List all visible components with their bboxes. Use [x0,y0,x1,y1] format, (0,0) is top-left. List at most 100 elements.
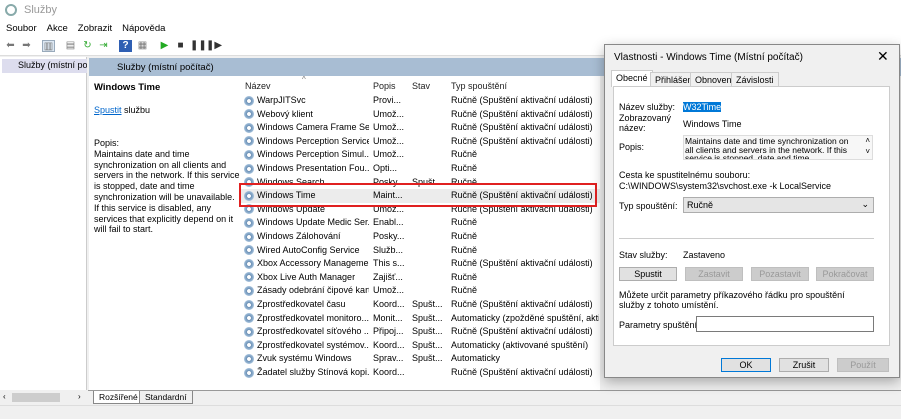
column-name[interactable]: Název [245,81,271,91]
export-icon[interactable]: ⇥ [97,40,110,52]
scroll-down-icon[interactable]: ˅ [865,147,870,156]
cancel-button[interactable]: Zrušit [779,358,829,372]
help-icon[interactable]: ? [119,40,132,52]
service-startup-type: Ručně (Spuštění aktivační události) [451,258,593,269]
table-row[interactable]: Zprostředkovatel monitoro... Monit... Sp… [240,312,600,326]
start-service-link[interactable]: Spustit [94,105,122,115]
refresh-icon[interactable]: ↻ [81,40,94,52]
table-row[interactable]: Zásady odebrání čipové karty Umož... Ruč… [240,284,600,298]
table-row[interactable]: Žadatel služby Stínová kopi... Koord... … [240,366,600,380]
table-row[interactable]: Windows Perception Simul... Umož... Ručn… [240,148,600,162]
service-gear-icon [244,163,254,174]
view-tabs: Rozšířené Standardní [88,390,901,405]
table-row[interactable]: Windows Update Medic Ser... Enabl... Ruč… [240,216,600,230]
menu-action[interactable]: Akce [47,20,68,34]
properties-icon[interactable]: ▤ [64,40,77,52]
resume-button[interactable]: Pokračovat [816,267,874,281]
service-name: Wired AutoConfig Service [257,244,360,255]
service-startup-type: Ručně (Spuštění aktivační události) [451,367,593,377]
service-startup-type: Ručně [451,244,478,255]
service-name: Zprostředkovatel monitoro... [257,312,369,323]
column-status[interactable]: Stav [412,81,430,91]
tab-standard[interactable]: Standardní [139,391,193,404]
service-startup-type: Ručně (Spuštění aktivační události) [451,299,593,309]
table-row[interactable]: Zprostředkovatel síťového ... Připoj... … [240,325,600,339]
table-row[interactable]: Xbox Accessory Manageme... This s... Ruč… [240,257,600,271]
service-description: Posky... [373,231,405,241]
service-name: Windows Update Medic Ser... [257,217,369,228]
service-description: Provi... [373,95,402,105]
table-row[interactable]: Zvuk systému Windows Sprav... Spušt... A… [240,352,600,366]
parameters-note: Můžete určit parametry příkazového řádku… [619,290,845,310]
action-pane-icon[interactable]: ▦ [136,40,149,52]
table-row[interactable]: Zprostředkovatel systémov... Koord... Sp… [240,339,600,353]
service-gear-icon [244,149,254,160]
table-row[interactable]: Webový klient Umož... Ručně (Spuštění ak… [240,108,600,122]
start-link-suffix: službu [121,105,151,115]
service-gear-icon [244,258,254,269]
table-row[interactable]: Wired AutoConfig Service Služb... Ručně [240,244,600,258]
service-gear-icon [244,95,254,106]
menu-bar: Soubor Akce Zobrazit Nápověda [0,20,901,37]
stop-icon[interactable]: ■ [174,40,187,52]
column-description[interactable]: Popis [373,81,396,91]
pane-header-title: Služby (místní počítač) [117,62,214,73]
service-description: Umož... [373,149,405,160]
service-startup-type: Ručně [451,163,478,173]
pause-button[interactable]: Pozastavit [751,267,809,281]
table-row[interactable]: Windows Perception Service Umož... Ručně… [240,135,600,149]
tab-extended[interactable]: Rozšířené [93,391,144,404]
table-row[interactable]: Windows Zálohování Posky... Ručně [240,230,600,244]
service-description: Umož... [373,135,405,146]
tree-item-services-local[interactable]: Služby (místní počítač) [2,59,87,73]
service-name-value[interactable]: W32Time [683,102,722,112]
description-field[interactable]: Maintains date and time synchronization … [683,135,873,160]
service-description: Umož... [373,108,405,119]
close-icon[interactable]: ✕ [877,48,889,65]
start-button[interactable]: Spustit [619,267,677,281]
service-name: Webový klient [257,108,313,119]
description-label: Popis: [94,138,120,148]
apply-button[interactable]: Použít [837,358,889,372]
table-row[interactable]: Xbox Live Auth Manager Zajišť... Ručně [240,271,600,285]
chevron-down-icon: ⌄ [861,199,869,209]
tab-general[interactable]: Obecné [611,70,653,87]
table-row[interactable]: Windows Camera Frame Se... Umož... Ručně… [240,121,600,135]
services-list: Název ^ Popis Stav Typ spouštění WarpJIT… [240,75,600,390]
forward-icon[interactable]: ➡ [20,40,33,52]
service-startup-type: Ručně (Spuštění aktivační události) [451,326,593,337]
ok-button[interactable]: OK [721,358,771,372]
service-gear-icon [244,272,254,283]
service-description: Koord... [373,299,405,309]
service-description: Koord... [373,367,405,377]
pause-icon[interactable]: ❚❚ [190,40,207,52]
restart-icon[interactable]: ❚▶ [206,40,222,52]
scroll-up-icon[interactable]: ˄ [865,136,870,145]
service-description: This s... [373,258,405,269]
table-row[interactable]: Zprostředkovatel času Koord... Spušt... … [240,298,600,312]
stop-button[interactable]: Zastavit [685,267,743,281]
tree-horizontal-scrollbar[interactable]: ‹ › [0,390,88,405]
service-status: Spušt... [412,339,443,350]
show-tree-icon[interactable]: ▥ [42,40,55,52]
status-bar [0,405,901,419]
menu-file[interactable]: Soubor [6,20,37,34]
service-name-label: Název služby: [619,102,676,112]
service-description: Monit... [373,312,403,323]
tab-dependencies[interactable]: Závislosti [731,72,779,86]
table-row[interactable]: WarpJITSvc Provi... Ručně (Spuštění akti… [240,94,600,108]
service-description: Zajišť... [373,271,403,282]
parameters-input[interactable] [696,316,874,332]
service-name: Xbox Live Auth Manager [257,271,356,282]
column-startup-type[interactable]: Typ spouštění [451,81,507,91]
menu-view[interactable]: Zobrazit [78,20,112,34]
back-icon[interactable]: ⬅ [4,40,17,52]
startup-type-select[interactable]: Ručně ⌄ [683,197,874,213]
window-title: Služby [24,4,58,16]
table-row[interactable]: Windows Presentation Fou... Opti... Ručn… [240,162,600,176]
service-name: Zvuk systému Windows [257,353,352,364]
service-status-value: Zastaveno [683,250,726,260]
menu-help[interactable]: Nápověda [122,20,165,34]
service-gear-icon [244,367,254,378]
play-icon[interactable]: ▶ [158,40,171,52]
